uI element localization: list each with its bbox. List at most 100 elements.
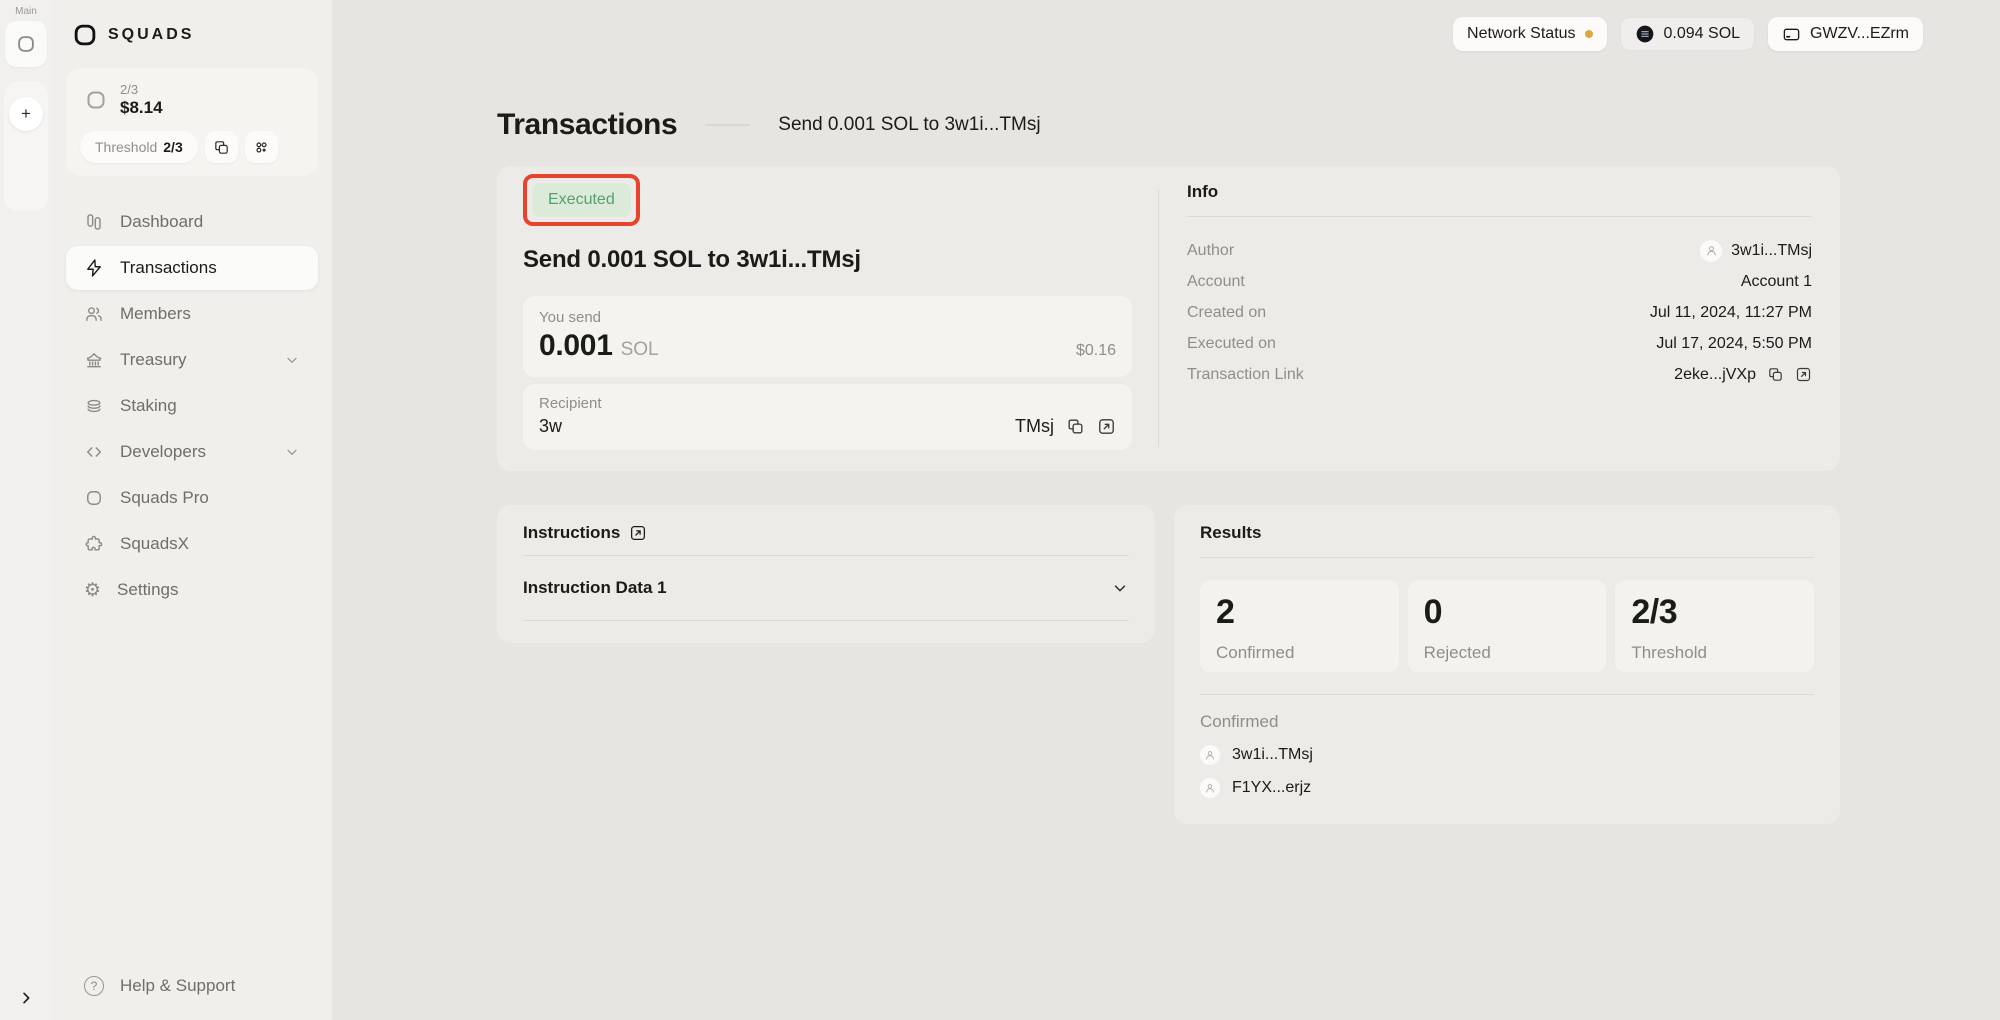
confirmed-list-heading: Confirmed — [1200, 712, 1814, 732]
sidebar-item-transactions[interactable]: Transactions — [66, 246, 318, 290]
transaction-detail-panel: Executed Send 0.001 SOL to 3w1i...TMsj Y… — [497, 166, 1840, 471]
status-badge: Executed — [532, 183, 631, 217]
network-status-pill[interactable]: Network Status — [1453, 17, 1606, 51]
copy-address-button[interactable] — [205, 131, 238, 163]
sidebar-item-members[interactable]: Members — [66, 292, 318, 336]
rail-main-label: Main — [15, 6, 37, 17]
chevron-down-icon — [284, 352, 300, 368]
avatar — [1700, 240, 1722, 262]
sidebar-item-label: Members — [120, 304, 191, 324]
chevron-down-icon — [1111, 579, 1129, 597]
open-recipient-explorer-button[interactable] — [1097, 417, 1116, 436]
vault-threshold-ratio: 2/3 — [120, 82, 163, 97]
page-title: Transactions — [497, 108, 677, 142]
sidebar-item-developers[interactable]: Developers — [66, 430, 318, 474]
recipient-label: Recipient — [539, 395, 1116, 412]
confirmed-member-address: 3w1i...TMsj — [1232, 746, 1313, 764]
threshold-label: Threshold — [95, 139, 157, 155]
wallet-card-icon — [1782, 25, 1801, 44]
account-name: Account 1 — [1741, 273, 1812, 291]
avatar — [1200, 745, 1220, 765]
results-divider — [1200, 694, 1814, 695]
instruction-data-row[interactable]: Instruction Data 1 — [523, 556, 1129, 621]
help-support-label: Help & Support — [120, 976, 235, 996]
executed-timestamp: Jul 17, 2024, 5:50 PM — [1656, 335, 1812, 353]
info-row-account: Account Account 1 — [1187, 266, 1812, 297]
results-panel: Results 2 Confirmed 0 Rejected 2/3 Thres… — [1174, 505, 1840, 824]
instructions-heading: Instructions — [523, 523, 620, 543]
main-area: Network Status 0.094 SOL GWZV...EZrm Tra… — [332, 0, 2000, 1020]
send-token: SOL — [621, 339, 659, 361]
stat-confirmed: 2 Confirmed — [1200, 580, 1399, 672]
send-fiat-value: $0.16 — [1076, 342, 1116, 360]
sidebar-item-treasury[interactable]: Treasury — [66, 338, 318, 382]
chevron-right-icon — [18, 990, 34, 1006]
sol-balance-label: 0.094 SOL — [1664, 25, 1741, 43]
copy-transaction-link-button[interactable] — [1767, 366, 1784, 383]
sidebar-item-squadsx[interactable]: SquadsX — [66, 522, 318, 566]
external-link-icon[interactable] — [629, 524, 647, 542]
solana-icon — [1635, 24, 1655, 44]
you-send-card: You send 0.001 SOL $0.16 — [523, 296, 1132, 377]
squadsx-puzzle-icon — [84, 534, 104, 554]
rail-squad-list: + — [4, 81, 48, 211]
info-row-created: Created on Jul 11, 2024, 11:27 PM — [1187, 297, 1812, 328]
confirmed-member-row: F1YX...erjz — [1200, 778, 1814, 798]
topbar: Network Status 0.094 SOL GWZV...EZrm — [332, 0, 2000, 68]
members-icon — [84, 304, 104, 324]
info-section: Info Author 3w1i...TMsj Account Account … — [1159, 166, 1840, 471]
add-squad-button[interactable]: + — [9, 97, 43, 131]
sidebar-item-dashboard[interactable]: Dashboard — [66, 200, 318, 244]
squads-pro-icon — [84, 488, 104, 508]
page-header: Transactions Send 0.001 SOL to 3w1i...TM… — [497, 108, 1840, 142]
confirmed-member-address: F1YX...erjz — [1232, 779, 1311, 797]
transaction-title: Send 0.001 SOL to 3w1i...TMsj — [523, 246, 1132, 274]
open-transaction-explorer-button[interactable] — [1795, 366, 1812, 383]
sidebar-item-label: Staking — [120, 396, 177, 416]
dashboard-icon — [84, 212, 104, 232]
network-status-label: Network Status — [1467, 25, 1575, 43]
help-support-link[interactable]: ? Help & Support — [66, 976, 318, 1020]
breadcrumb: Send 0.001 SOL to 3w1i...TMsj — [778, 114, 1040, 136]
instruction-data-label: Instruction Data 1 — [523, 578, 667, 598]
chevron-down-icon — [284, 444, 300, 460]
qr-dots-icon — [253, 139, 270, 156]
copy-icon — [213, 139, 230, 156]
collapse-sidebar-button[interactable] — [18, 990, 34, 1006]
breadcrumb-divider — [705, 124, 750, 126]
vault-card[interactable]: 2/3 $8.14 Threshold 2/3 — [66, 68, 318, 176]
threshold-pill: Threshold 2/3 — [80, 131, 198, 163]
wallet-pill[interactable]: GWZV...EZrm — [1768, 17, 1923, 51]
rail-squad-tile[interactable] — [5, 21, 47, 67]
developers-icon — [84, 442, 104, 462]
brand: SQUADS — [66, 0, 318, 52]
sidebar-item-label: Transactions — [120, 258, 217, 278]
recipient-card: Recipient 3w TMsj — [523, 384, 1132, 450]
sidebar-item-squads-pro[interactable]: Squads Pro — [66, 476, 318, 520]
threshold-value: 2/3 — [163, 139, 182, 155]
you-send-label: You send — [539, 309, 1116, 326]
network-status-dot-icon — [1585, 30, 1593, 38]
wallet-address-label: GWZV...EZrm — [1810, 25, 1909, 43]
author-address: 3w1i...TMsj — [1731, 242, 1812, 260]
vault-squircle-icon — [84, 88, 108, 112]
info-row-transaction-link: Transaction Link 2eke...jVXp — [1187, 359, 1812, 390]
vault-balance: $8.14 — [120, 98, 163, 118]
squad-rail: Main + — [0, 0, 52, 1020]
avatar — [1200, 778, 1220, 798]
confirmed-member-row: 3w1i...TMsj — [1200, 745, 1814, 765]
results-heading: Results — [1200, 523, 1814, 558]
sol-balance-pill[interactable]: 0.094 SOL — [1620, 17, 1756, 51]
squad-squircle-icon — [15, 33, 37, 55]
info-row-author: Author 3w1i...TMsj — [1187, 235, 1812, 266]
sidebar-item-label: Developers — [120, 442, 206, 462]
qr-code-button[interactable] — [245, 131, 278, 163]
transaction-link[interactable]: 2eke...jVXp — [1674, 366, 1756, 384]
copy-recipient-button[interactable] — [1066, 417, 1085, 436]
transactions-icon — [84, 258, 104, 278]
sidebar-item-settings[interactable]: ⚙ Settings — [66, 568, 318, 612]
squads-logo-icon — [72, 22, 98, 48]
sidebar-item-staking[interactable]: Staking — [66, 384, 318, 428]
created-timestamp: Jul 11, 2024, 11:27 PM — [1650, 304, 1812, 322]
recipient-address-start: 3w — [539, 416, 562, 437]
